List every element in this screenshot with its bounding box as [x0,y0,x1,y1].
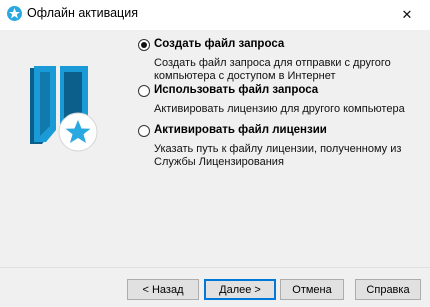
option-create-request-description: Создать файл запроса для отправки с друг… [154,57,391,82]
window-title: Офлайн активация [27,6,138,20]
close-button[interactable]: ✕ [384,0,430,30]
option-create-request-label[interactable]: Создать файл запроса [154,38,284,50]
option-activate-license-label[interactable]: Активировать файл лицензии [154,124,327,136]
radio-activate-license[interactable] [138,125,150,137]
cancel-button[interactable]: Отмена [280,279,344,300]
close-icon: ✕ [401,7,413,22]
help-button[interactable]: Справка [355,279,421,300]
back-button[interactable]: < Назад [127,279,199,300]
radio-create-request[interactable] [138,39,150,51]
title-bar: Офлайн активация ✕ [0,0,430,30]
product-logo-icon [26,62,106,162]
option-use-request-description: Активировать лицензию для другого компью… [154,103,405,115]
radio-use-request[interactable] [138,85,150,97]
option-use-request-label[interactable]: Использовать файл запроса [154,84,318,96]
app-star-icon [6,5,23,22]
next-button[interactable]: Далее > [204,279,276,300]
option-activate-license-description: Указать путь к файлу лицензии, полученно… [154,143,402,168]
